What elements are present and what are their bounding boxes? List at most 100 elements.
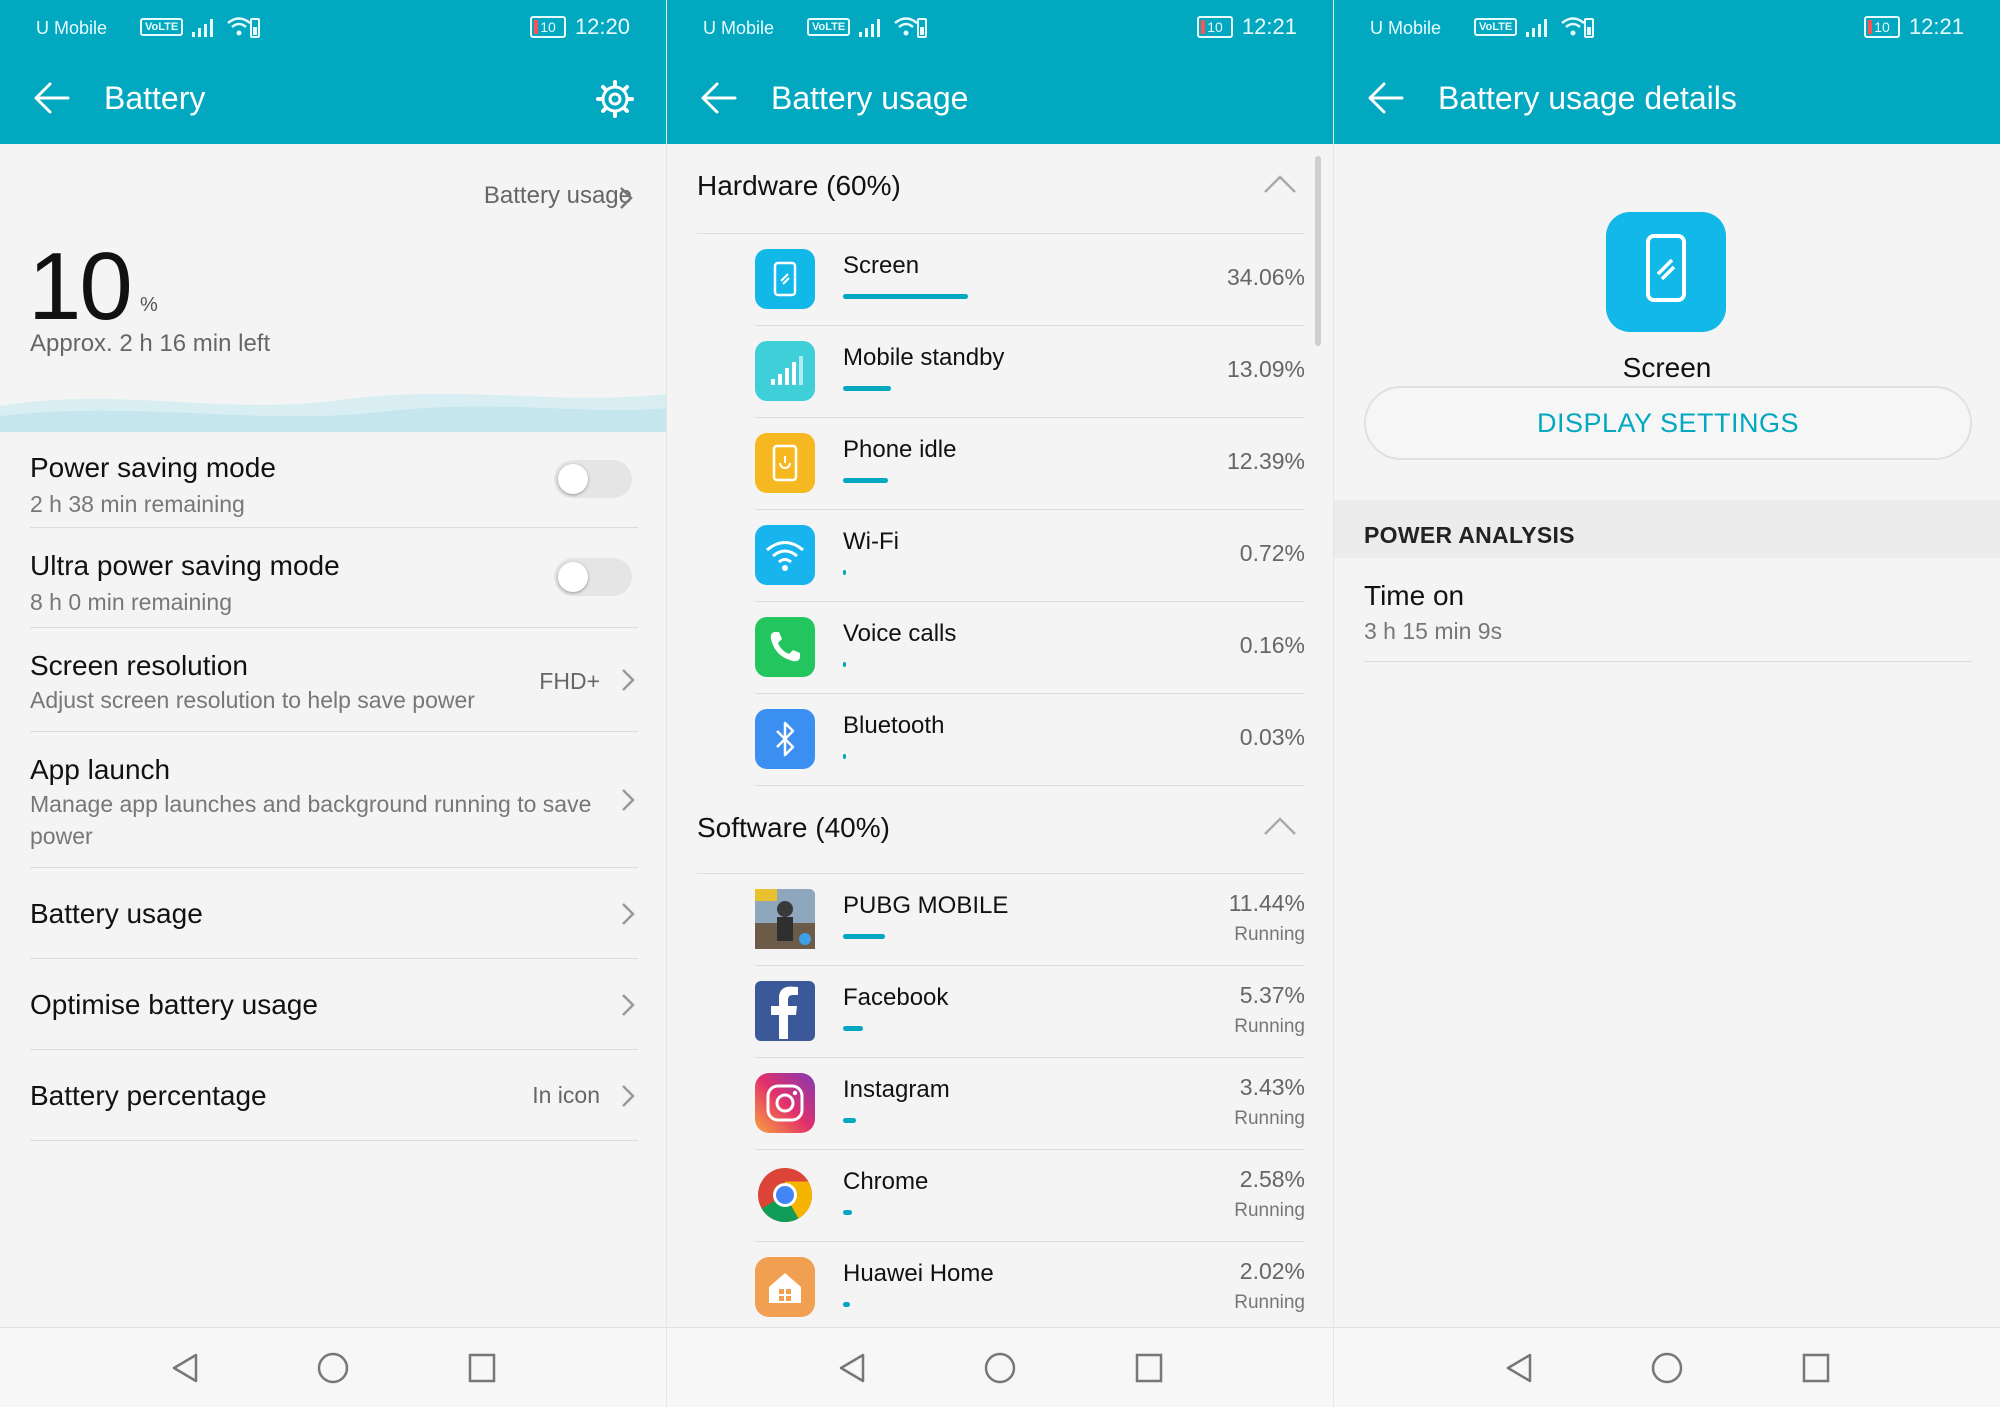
usage-item-bluetooth[interactable]: Bluetooth 0.03% xyxy=(755,694,1305,786)
battery-level-icon: 10 xyxy=(1197,16,1233,38)
usage-item-facebook[interactable]: Facebook 5.37% Running xyxy=(755,966,1305,1058)
carrier-label: U Mobile xyxy=(1370,18,1442,38)
battery-percentage-row[interactable]: Battery percentage In icon xyxy=(30,1050,638,1141)
item-percent: 0.72% xyxy=(1239,540,1305,566)
nav-back-icon[interactable] xyxy=(837,1352,867,1384)
battery-usage-row[interactable]: Battery usage xyxy=(30,868,638,959)
usage-item-chrome[interactable]: Chrome 2.58% Running xyxy=(755,1150,1305,1242)
navigation-bar xyxy=(667,1327,1333,1407)
volte-badge: VoLTE xyxy=(1474,18,1518,36)
software-section-header[interactable]: Software (40%) xyxy=(697,786,1305,874)
nav-back-icon[interactable] xyxy=(170,1352,200,1384)
phone-icon xyxy=(755,617,815,677)
page-title: Battery usage xyxy=(771,80,969,116)
item-name: Mobile standby xyxy=(843,344,1005,371)
usage-item-screen[interactable]: Screen 34.06% xyxy=(755,234,1305,326)
bluetooth-icon xyxy=(755,709,815,769)
ultra-power-saving-toggle[interactable] xyxy=(554,558,632,596)
app-bar: U Mobile VoLTE 10 12:21 Battery usage xyxy=(667,0,1333,144)
power-saving-row[interactable]: Power saving mode 2 h 38 min remaining xyxy=(30,432,638,528)
navigation-bar xyxy=(0,1327,666,1407)
back-arrow-icon[interactable] xyxy=(32,80,72,116)
screen-icon xyxy=(755,249,815,309)
clock: 12:21 xyxy=(1241,14,1297,39)
wifi-status-icon xyxy=(227,17,251,36)
nav-recents-icon[interactable] xyxy=(1801,1352,1831,1384)
screen-icon xyxy=(1606,212,1726,332)
resolution-value: FHD+ xyxy=(539,668,600,694)
wifi-status-icon xyxy=(894,17,918,36)
chevron-up-icon xyxy=(1264,817,1296,835)
battery-level-icon: 10 xyxy=(1864,16,1900,38)
row-title: Battery percentage xyxy=(30,1080,267,1111)
battery-percent-value: 10 xyxy=(28,233,133,340)
battery-usage-screen: U Mobile VoLTE 10 12:21 Battery usage Ha… xyxy=(667,0,1333,1407)
row-subtitle: Manage app launches and background runni… xyxy=(30,791,592,817)
time-on-row: Time on 3 h 15 min 9s xyxy=(1364,558,1972,662)
volte-badge: VoLTE xyxy=(807,18,851,36)
row-title: Optimise battery usage xyxy=(30,989,318,1020)
item-name: PUBG MOBILE xyxy=(843,892,1009,919)
usage-bar xyxy=(843,934,885,939)
battery-saver-icon xyxy=(917,18,927,38)
power-saving-toggle[interactable] xyxy=(554,460,632,498)
display-settings-button[interactable]: DISPLAY SETTINGS xyxy=(1364,386,1972,460)
back-arrow-icon[interactable] xyxy=(699,80,739,116)
chevron-right-icon xyxy=(622,994,635,1016)
phone-idle-icon xyxy=(755,433,815,493)
section-title: Hardware (60%) xyxy=(697,170,901,201)
usage-item-phone-idle[interactable]: Phone idle 12.39% xyxy=(755,418,1305,510)
nav-home-icon[interactable] xyxy=(317,1352,349,1384)
usage-item-pubg[interactable]: PUBG MOBILE 11.44% Running xyxy=(755,874,1305,966)
hardware-section-header[interactable]: Hardware (60%) xyxy=(697,144,1305,234)
instagram-icon xyxy=(755,1073,815,1133)
back-arrow-icon[interactable] xyxy=(1366,80,1406,116)
chrome-icon xyxy=(755,1165,815,1225)
carrier-label: U Mobile xyxy=(36,18,108,38)
usage-bar xyxy=(843,1210,852,1215)
screen-resolution-row[interactable]: Screen resolution Adjust screen resoluti… xyxy=(30,628,638,732)
clock: 12:21 xyxy=(1908,14,1964,39)
row-subtitle: 8 h 0 min remaining xyxy=(30,589,232,615)
usage-item-huawei-home[interactable]: Huawei Home 2.02% Running xyxy=(755,1242,1305,1334)
battery-level-icon: 10 xyxy=(530,16,566,38)
app-launch-row[interactable]: App launch Manage app launches and backg… xyxy=(30,732,638,868)
item-name: Chrome xyxy=(843,1168,929,1195)
pubg-icon xyxy=(755,889,815,949)
row-subtitle: 2 h 38 min remaining xyxy=(30,491,245,517)
item-percent: 5.37% xyxy=(1239,982,1305,1008)
gear-icon[interactable] xyxy=(596,80,634,118)
item-name: Bluetooth xyxy=(843,712,945,739)
item-percent: 12.39% xyxy=(1226,448,1305,474)
nav-home-icon[interactable] xyxy=(1651,1352,1683,1384)
optimise-battery-row[interactable]: Optimise battery usage xyxy=(30,959,638,1050)
usage-bar xyxy=(843,478,888,483)
usage-bar xyxy=(843,1118,856,1123)
nav-back-icon[interactable] xyxy=(1504,1352,1534,1384)
app-name: Screen xyxy=(1622,352,1712,383)
app-bar: U Mobile VoLTE 10 12:20 Battery xyxy=(0,0,666,144)
page-title: Battery xyxy=(104,80,206,116)
item-name: Wi-Fi xyxy=(843,528,899,555)
nav-home-icon[interactable] xyxy=(984,1352,1016,1384)
usage-item-voice-calls[interactable]: Voice calls 0.16% xyxy=(755,602,1305,694)
signal-icon xyxy=(859,19,880,37)
usage-item-mobile-standby[interactable]: Mobile standby 13.09% xyxy=(755,326,1305,418)
wifi-icon xyxy=(755,525,815,585)
usage-bar xyxy=(843,294,968,299)
battery-usage-details-screen: U Mobile VoLTE 10 12:21 Battery usage de… xyxy=(1334,0,2000,1407)
usage-item-instagram[interactable]: Instagram 3.43% Running xyxy=(755,1058,1305,1150)
item-name: Instagram xyxy=(843,1076,950,1103)
item-status: Running xyxy=(1234,1292,1305,1313)
volte-badge: VoLTE xyxy=(140,18,184,36)
chevron-up-icon xyxy=(1264,175,1296,193)
scrollbar[interactable] xyxy=(1315,156,1321,346)
usage-item-wifi[interactable]: Wi-Fi 0.72% xyxy=(755,510,1305,602)
nav-recents-icon[interactable] xyxy=(467,1352,497,1384)
row-title: App launch xyxy=(30,754,171,785)
row-title: Ultra power saving mode xyxy=(30,550,340,581)
row-title: Screen resolution xyxy=(30,650,248,681)
battery-usage-link[interactable]: Battery usage xyxy=(484,182,632,210)
nav-recents-icon[interactable] xyxy=(1134,1352,1164,1384)
ultra-power-saving-row[interactable]: Ultra power saving mode 8 h 0 min remain… xyxy=(30,528,638,628)
